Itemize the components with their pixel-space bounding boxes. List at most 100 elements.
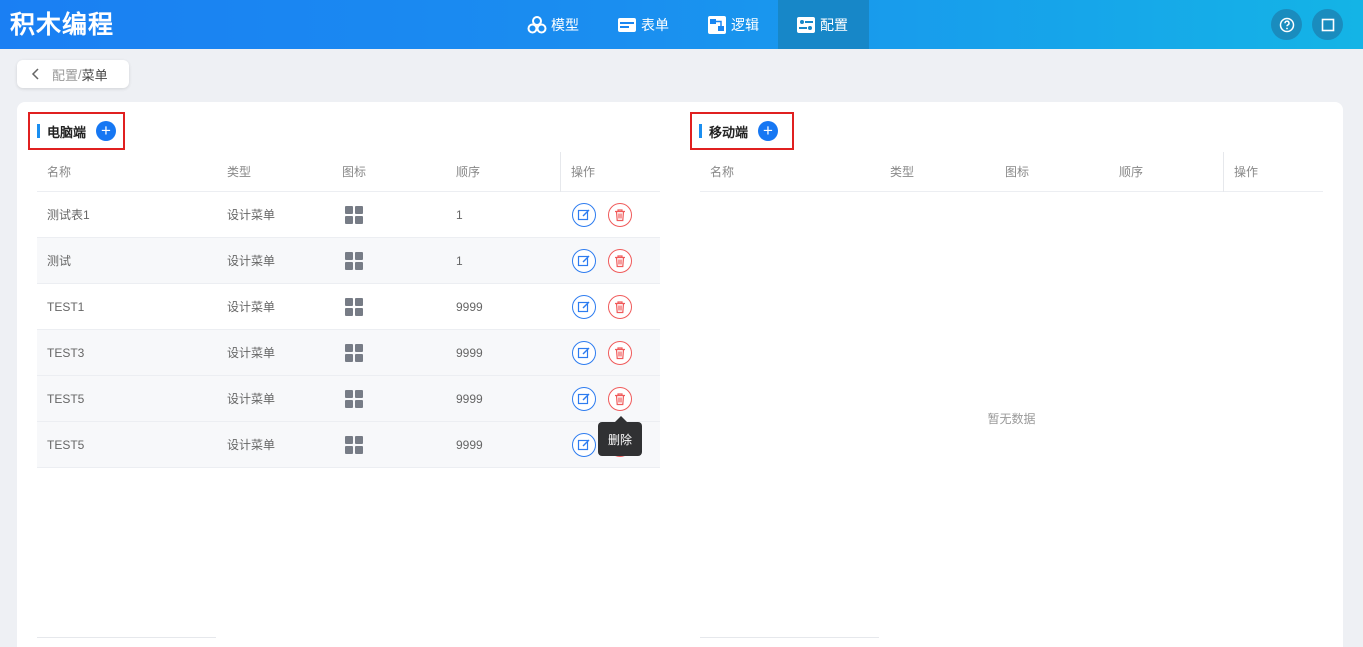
breadcrumb-current: 菜单 <box>81 67 108 83</box>
cell-order: 1 <box>456 253 463 268</box>
edit-button[interactable] <box>572 341 596 365</box>
table-row: TEST1 设计菜单 9999 <box>37 284 660 330</box>
app-title: 积木编程 <box>10 11 115 39</box>
column-header-ops: 操作 <box>1234 165 1259 179</box>
column-header-ops: 操作 <box>571 165 596 179</box>
delete-button[interactable] <box>608 341 632 365</box>
grid-icon <box>345 436 363 454</box>
trash-icon <box>615 347 625 360</box>
column-header-order: 顺序 <box>456 165 481 179</box>
trash-icon <box>615 255 625 268</box>
trash-icon <box>615 301 625 314</box>
table-footer-divider <box>700 637 879 638</box>
cell-name: TEST3 <box>47 345 85 360</box>
edit-button[interactable] <box>572 387 596 411</box>
cell-order: 9999 <box>456 437 483 452</box>
cell-order: 9999 <box>456 391 483 406</box>
cell-name: TEST5 <box>47 391 85 406</box>
nav-label: 逻辑 <box>731 16 759 33</box>
cell-type: 设计菜单 <box>227 438 276 452</box>
table-row: TEST5 设计菜单 9999 <box>37 376 660 422</box>
chevron-left-icon[interactable] <box>29 67 43 81</box>
mobile-menu-table: 名称 类型 图标 顺序 操作 <box>700 152 1323 192</box>
cell-type: 设计菜单 <box>227 300 276 314</box>
edit-button[interactable] <box>572 249 596 273</box>
column-header-name: 名称 <box>47 165 72 179</box>
config-icon <box>796 15 816 35</box>
edit-icon <box>577 301 590 313</box>
column-header-order: 顺序 <box>1119 165 1144 179</box>
column-divider <box>560 152 561 192</box>
nav-label: 模型 <box>551 16 579 33</box>
delete-button[interactable] <box>608 295 632 319</box>
grid-icon <box>345 298 363 316</box>
grid-icon <box>345 390 363 408</box>
section-marker <box>37 124 40 138</box>
fullscreen-icon <box>1321 18 1334 31</box>
table-row: 测试 设计菜单 1 <box>37 238 660 284</box>
mobile-section-header: 移动端 + <box>690 112 794 150</box>
section-title: 电脑端 <box>47 124 87 140</box>
nav-item-model[interactable]: 模型 <box>508 0 598 49</box>
desktop-section-header: 电脑端 + <box>28 112 125 150</box>
nav-item-form[interactable]: 表单 <box>598 0 688 49</box>
cell-name: TEST5 <box>47 437 85 452</box>
table-row: 测试表1 设计菜单 1 <box>37 192 660 238</box>
cell-type: 设计菜单 <box>227 254 276 268</box>
edit-button[interactable] <box>572 295 596 319</box>
nav-label: 表单 <box>641 16 669 33</box>
cell-order: 9999 <box>456 345 483 360</box>
help-icon <box>1279 17 1294 32</box>
grid-icon <box>345 206 363 224</box>
grid-icon <box>345 344 363 362</box>
cell-order: 9999 <box>456 299 483 314</box>
cell-name: 测试表1 <box>47 208 90 222</box>
nav-label: 配置 <box>820 16 848 33</box>
column-header-type: 类型 <box>890 165 915 179</box>
logic-icon <box>707 15 727 35</box>
cell-type: 设计菜单 <box>227 392 276 406</box>
cell-order: 1 <box>456 207 463 222</box>
cell-type: 设计菜单 <box>227 208 276 222</box>
edit-icon <box>577 393 590 405</box>
column-header-icon: 图标 <box>342 165 367 179</box>
cell-name: TEST1 <box>47 299 85 314</box>
add-desktop-menu-button[interactable]: + <box>96 121 117 141</box>
delete-button[interactable] <box>608 203 632 227</box>
help-button[interactable] <box>1271 9 1302 40</box>
cubes-icon <box>527 15 547 35</box>
table-header: 名称 类型 图标 顺序 操作 <box>37 152 660 192</box>
section-title: 移动端 <box>709 124 749 140</box>
edit-button[interactable] <box>572 203 596 227</box>
cell-type: 设计菜单 <box>227 346 276 360</box>
column-header-type: 类型 <box>227 165 252 179</box>
table-row: TEST5 设计菜单 9999 <box>37 422 660 468</box>
edit-button[interactable] <box>572 433 596 457</box>
add-mobile-menu-button[interactable]: + <box>758 121 779 141</box>
desktop-menu-table: 名称 类型 图标 顺序 操作 测试表1 设计菜单 1 测试 设计菜单 1 TES… <box>37 152 660 468</box>
main-card: 电脑端 + 名称 类型 图标 顺序 操作 测试表1 设计菜单 1 测试 设计菜单… <box>17 102 1343 647</box>
form-icon <box>617 15 637 35</box>
cell-name: 测试 <box>47 254 72 268</box>
section-marker <box>699 124 702 138</box>
table-footer-divider <box>37 637 216 638</box>
column-header-name: 名称 <box>710 165 735 179</box>
delete-button[interactable] <box>608 249 632 273</box>
delete-tooltip: 删除 <box>598 416 642 456</box>
delete-button[interactable] <box>608 387 632 411</box>
nav-item-config[interactable]: 配置 <box>778 0 869 49</box>
edit-icon <box>577 255 590 267</box>
column-divider <box>1223 152 1224 192</box>
top-bar: 积木编程 模型 表单 逻辑 配置 <box>0 0 1363 49</box>
nav-item-logic[interactable]: 逻辑 <box>688 0 778 49</box>
edit-icon <box>577 439 590 451</box>
fullscreen-button[interactable] <box>1312 9 1343 40</box>
table-row: TEST3 设计菜单 9999 <box>37 330 660 376</box>
empty-state-text: 暂无数据 <box>987 412 1036 426</box>
column-header-icon: 图标 <box>1005 165 1030 179</box>
grid-icon <box>345 252 363 270</box>
breadcrumb: 配置 / 菜单 <box>17 60 129 88</box>
main-nav: 模型 表单 逻辑 配置 <box>508 0 869 49</box>
table-header: 名称 类型 图标 顺序 操作 <box>700 152 1323 192</box>
breadcrumb-parent[interactable]: 配置 <box>52 65 78 84</box>
